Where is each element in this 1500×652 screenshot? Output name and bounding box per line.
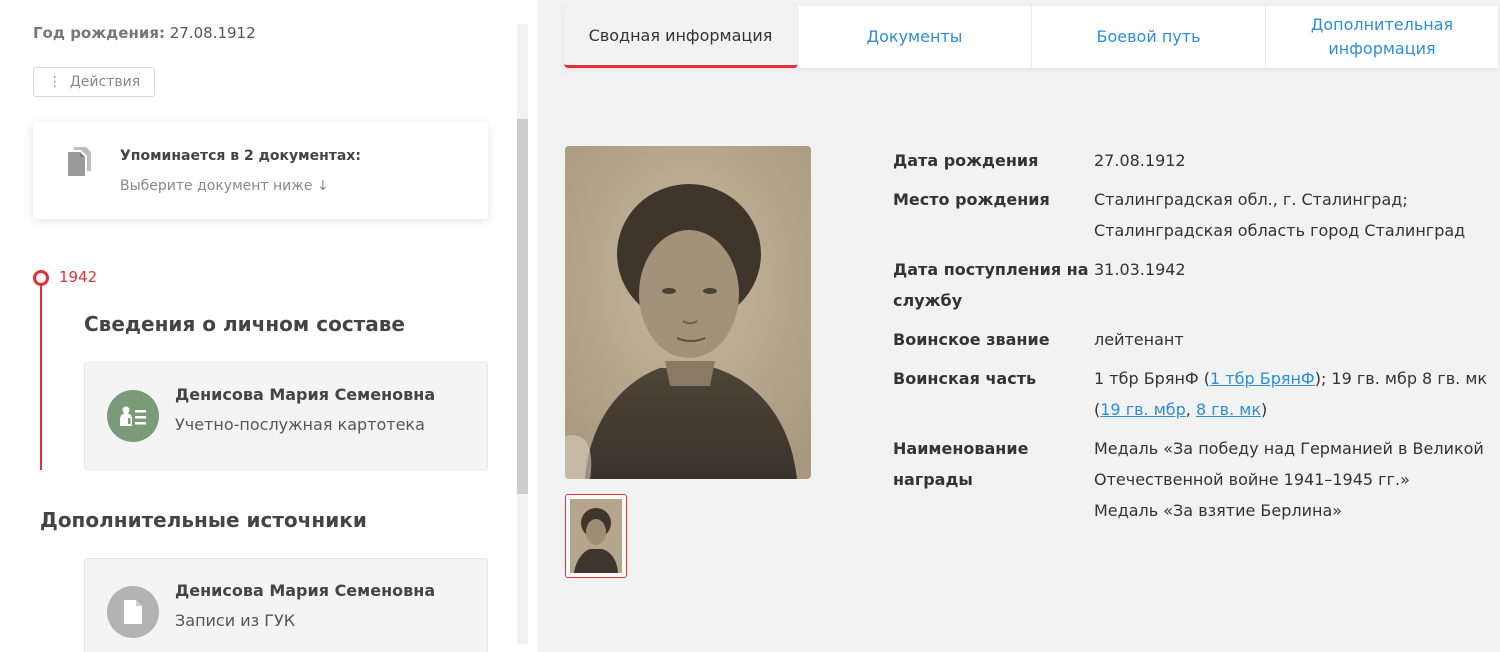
document-icon [107, 586, 159, 638]
info-value: 27.08.1912 [1094, 151, 1186, 170]
document-card-personnel[interactable]: Денисова Мария Семеновна Учетно-послужна… [84, 362, 488, 470]
personnel-card-icon [107, 390, 159, 442]
tab-bar: Сводная информация Документы Боевой путь… [564, 6, 1498, 68]
card-document-type: Учетно-послужная картотека [175, 415, 425, 434]
unit-text: 1 тбр БрянФ ( [1094, 369, 1211, 388]
tab-summary[interactable]: Сводная информация [564, 6, 798, 68]
info-row-service-start: Дата поступления на службу 31.03.1942 [893, 254, 1493, 316]
info-label: Дата поступления на службу [893, 260, 1089, 310]
info-label: Дата рождения [893, 151, 1039, 170]
section-additional-title: Дополнительные источники [40, 508, 367, 532]
info-row-birth-place: Место рождения Сталинградская обл., г. С… [893, 184, 1493, 246]
tab-documents[interactable]: Документы [798, 6, 1032, 68]
info-value: Медаль «За победу над Германией в Велико… [1094, 433, 1489, 526]
card-document-type: Записи из ГУК [175, 611, 296, 630]
document-card-guk[interactable]: Денисова Мария Семеновна Записи из ГУК [84, 558, 488, 652]
mentions-card: Упоминается в 2 документах: Выберите док… [33, 122, 488, 219]
info-row-rank: Воинское звание лейтенант [893, 324, 1493, 355]
timeline-line [40, 284, 42, 470]
unit-text: ) [1260, 400, 1268, 419]
actions-label: Действия [69, 74, 141, 90]
unit-separator: , [1185, 400, 1196, 419]
birth-year-line: Год рождения: 27.08.1912 [33, 24, 256, 42]
card-person-name: Денисова Мария Семеновна [175, 385, 436, 404]
info-row-unit: Воинская часть 1 тбр БрянФ (1 тбр БрянФ)… [893, 363, 1493, 425]
unit-link-8mk[interactable]: 8 гв. мк [1196, 400, 1261, 419]
info-value: Сталинградская обл., г. Сталинград; Стал… [1094, 190, 1466, 240]
left-panel: Год рождения: 27.08.1912 ⋮ Действия Упом… [0, 0, 538, 652]
timeline-year: 1942 [59, 268, 98, 286]
info-label: Воинская часть [893, 369, 1037, 388]
tab-additional-info[interactable]: Дополнительная информация [1266, 6, 1498, 68]
info-label: Воинское звание [893, 330, 1050, 349]
person-info-list: Дата рождения 27.08.1912 Место рождения … [893, 145, 1493, 534]
actions-button[interactable]: ⋮ Действия [33, 67, 155, 97]
info-row-award: Наименование награды Медаль «За победу н… [893, 433, 1493, 526]
card-person-name: Денисова Мария Семеновна [175, 581, 436, 600]
person-photo[interactable] [565, 146, 811, 479]
section-personnel-title: Сведения о личном составе [84, 312, 405, 336]
tab-battle-path[interactable]: Боевой путь [1032, 6, 1266, 68]
unit-link-1tbr[interactable]: 1 тбр БрянФ [1210, 369, 1315, 388]
info-value: 1 тбр БрянФ (1 тбр БрянФ); 19 гв. мбр 8 … [1094, 363, 1489, 425]
documents-icon [68, 147, 91, 176]
info-value: 31.03.1942 [1094, 260, 1186, 279]
mentions-title: Упоминается в 2 документах: [120, 148, 361, 164]
award-item: Медаль «За победу над Германией в Велико… [1094, 439, 1484, 489]
birth-year-label: Год рождения: [33, 24, 165, 42]
scrollbar-track[interactable] [517, 24, 528, 644]
timeline-dot [33, 270, 49, 286]
mentions-subtitle: Выберите документ ниже ↓ [120, 178, 329, 194]
info-value: лейтенант [1094, 330, 1184, 349]
birth-year-value: 27.08.1912 [169, 24, 256, 42]
scrollbar-thumb[interactable] [517, 119, 528, 494]
more-vertical-icon: ⋮ [47, 74, 62, 90]
info-row-birth-date: Дата рождения 27.08.1912 [893, 145, 1493, 176]
photo-thumbnail[interactable] [565, 494, 627, 578]
award-item: Медаль «За взятие Берлина» [1094, 501, 1343, 520]
unit-link-19mbr[interactable]: 19 гв. мбр [1100, 400, 1186, 419]
info-label: Место рождения [893, 190, 1050, 209]
info-label: Наименование награды [893, 439, 1029, 489]
